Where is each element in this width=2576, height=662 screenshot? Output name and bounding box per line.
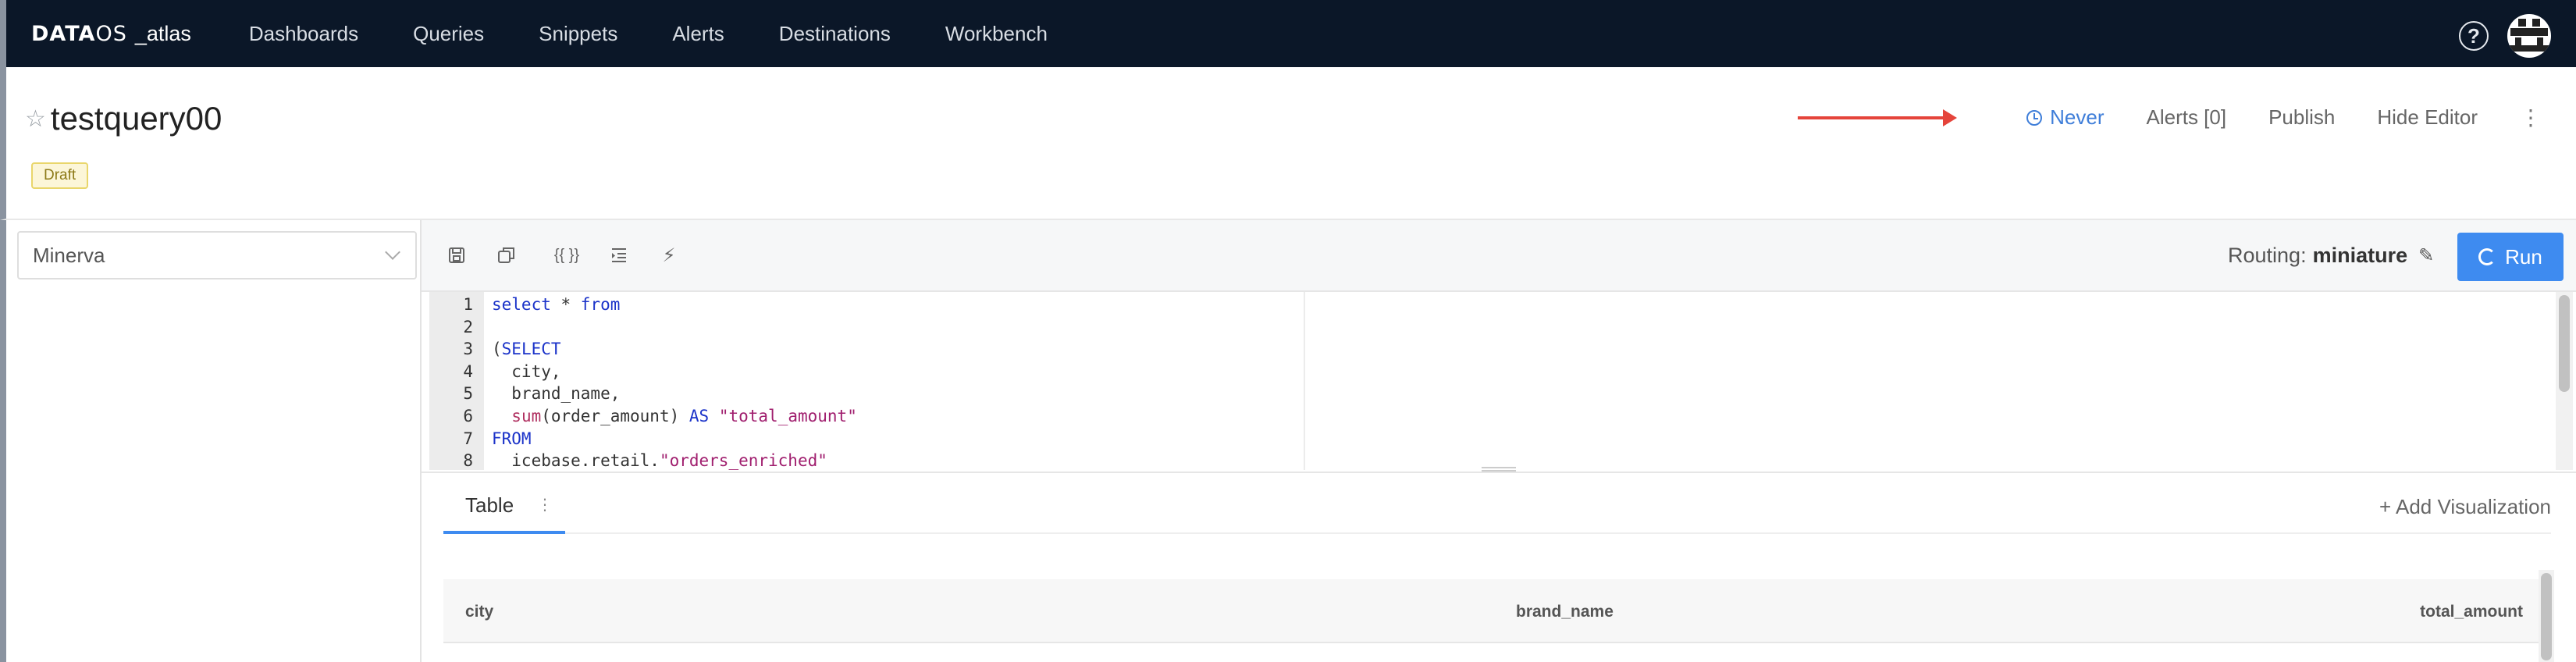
clock-icon bbox=[2026, 109, 2043, 126]
code-text: icebase.retail."orders_enriched" bbox=[492, 451, 827, 470]
run-label: Run bbox=[2505, 244, 2542, 269]
refresh-schedule-button[interactable]: Never bbox=[2026, 105, 2105, 130]
routing-value: miniature bbox=[2312, 244, 2408, 267]
visualization-tabs: Table ⋮ + Add Visualization bbox=[443, 473, 2551, 534]
nav-right: ? bbox=[2459, 14, 2551, 58]
schema-panel: Minerva bbox=[0, 220, 422, 662]
autocomplete-lightning-icon[interactable]: ⚡ bbox=[656, 242, 682, 269]
indent-icon[interactable] bbox=[606, 242, 632, 269]
logo-brand: DATAOS bbox=[31, 22, 127, 46]
nav-item-alerts[interactable]: Alerts bbox=[672, 22, 724, 46]
more-options-icon[interactable]: ⋮ bbox=[2520, 105, 2542, 130]
tab-table-label: Table bbox=[465, 493, 514, 517]
results-panel: Table ⋮ + Add Visualization city brand_n… bbox=[422, 472, 2576, 662]
editor-scrollbar[interactable] bbox=[2556, 292, 2573, 470]
editor-toolbar: {{ }} ⚡ Routing: miniature ✎ Run bbox=[422, 220, 2576, 292]
query-header: ☆ testquery00 Draft Never Alerts [0] Pub… bbox=[0, 67, 2576, 220]
code-text: brand_name, bbox=[492, 384, 621, 404]
data-source-select[interactable]: Minerva bbox=[17, 231, 417, 279]
header-actions: Never Alerts [0] Publish Hide Editor ⋮ bbox=[1984, 105, 2576, 130]
refresh-icon bbox=[2478, 248, 2496, 265]
line-number: 2 bbox=[463, 317, 473, 336]
table-header: city brand_name total_amount bbox=[443, 579, 2551, 643]
refresh-schedule-label: Never bbox=[2050, 105, 2105, 129]
editor-split-line bbox=[1304, 292, 1305, 470]
code-text: select * from bbox=[492, 295, 621, 314]
pencil-icon[interactable]: ✎ bbox=[2418, 244, 2434, 267]
code-text: city, bbox=[492, 361, 561, 381]
line-number: 3 bbox=[463, 340, 473, 359]
status-badge: Draft bbox=[31, 162, 89, 189]
nav-item-queries[interactable]: Queries bbox=[413, 22, 484, 46]
column-header-brand-name[interactable]: brand_name bbox=[1516, 603, 1614, 621]
nav-item-snippets[interactable]: Snippets bbox=[539, 22, 617, 46]
top-nav: DATAOS _atlas Dashboards Queries Snippet… bbox=[0, 0, 2576, 67]
duplicate-icon[interactable] bbox=[493, 242, 520, 269]
logo[interactable]: DATAOS _atlas bbox=[31, 22, 191, 46]
add-visualization-button[interactable]: + Add Visualization bbox=[2379, 495, 2551, 519]
editor-scroll-thumb[interactable] bbox=[2559, 295, 2570, 392]
code-editor[interactable]: 1 select * from 2 3 (SELECT 4 city, 5 bran… bbox=[429, 292, 2560, 470]
tab-table[interactable]: Table ⋮ bbox=[443, 493, 565, 534]
avatar[interactable] bbox=[2507, 14, 2551, 58]
query-editor-area: {{ }} ⚡ Routing: miniature ✎ Run 1 select… bbox=[422, 220, 2576, 662]
title-row: ☆ testquery00 bbox=[25, 100, 222, 137]
star-icon[interactable]: ☆ bbox=[25, 105, 46, 133]
results-scrollbar[interactable] bbox=[2539, 570, 2554, 662]
column-header-city[interactable]: city bbox=[465, 603, 493, 621]
routing-label: Routing: bbox=[2228, 244, 2307, 267]
nav-item-dashboards[interactable]: Dashboards bbox=[249, 22, 358, 46]
alerts-button[interactable]: Alerts [0] bbox=[2147, 105, 2227, 130]
chevron-down-icon bbox=[385, 244, 400, 260]
page-title[interactable]: testquery00 bbox=[51, 100, 222, 137]
logo-brand-thin: OS bbox=[95, 21, 127, 46]
code-text: sum(order_amount) AS "total_amount" bbox=[511, 407, 857, 425]
help-icon[interactable]: ? bbox=[2459, 21, 2489, 51]
nav-item-destinations[interactable]: Destinations bbox=[779, 22, 891, 46]
line-number: 1 bbox=[463, 295, 473, 314]
publish-button[interactable]: Publish bbox=[2268, 105, 2335, 130]
save-icon[interactable] bbox=[443, 242, 470, 269]
code-text: (SELECT bbox=[492, 340, 561, 359]
logo-sub: _atlas bbox=[134, 21, 191, 45]
line-number: 6 bbox=[463, 407, 473, 425]
line-number: 5 bbox=[463, 384, 473, 404]
line-number: 4 bbox=[463, 361, 473, 381]
nav-item-workbench[interactable]: Workbench bbox=[945, 22, 1048, 46]
line-number: 7 bbox=[463, 429, 473, 448]
nav-menu: Dashboards Queries Snippets Alerts Desti… bbox=[222, 22, 1076, 46]
line-number: 8 bbox=[463, 451, 473, 470]
format-braces-icon[interactable]: {{ }} bbox=[545, 242, 589, 269]
results-scroll-thumb[interactable] bbox=[2541, 573, 2552, 660]
run-button[interactable]: Run bbox=[2457, 233, 2564, 281]
logo-brand-bold: DATA bbox=[31, 21, 96, 46]
tab-options-icon[interactable]: ⋮ bbox=[537, 495, 553, 514]
routing-info: Routing: miniature ✎ bbox=[2228, 244, 2434, 268]
data-source-value: Minerva bbox=[33, 243, 105, 267]
annotation-arrow bbox=[1798, 109, 1957, 126]
column-header-total-amount[interactable]: total_amount bbox=[2420, 603, 2523, 621]
hide-editor-button[interactable]: Hide Editor bbox=[2377, 105, 2478, 130]
code-text: FROM bbox=[492, 429, 532, 448]
